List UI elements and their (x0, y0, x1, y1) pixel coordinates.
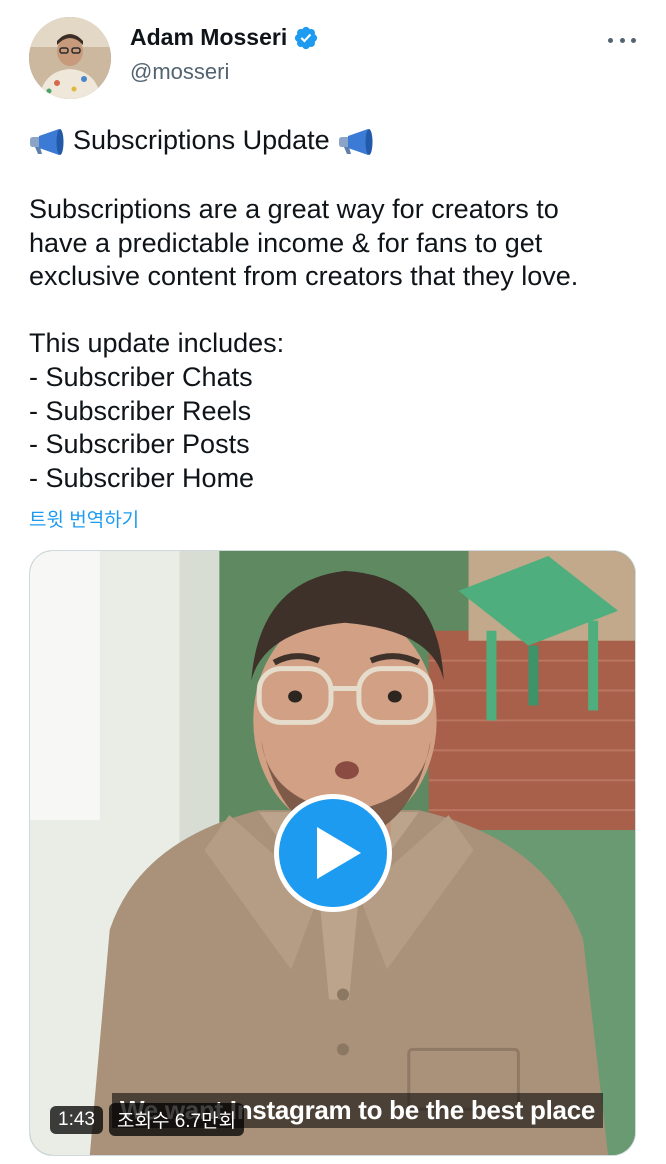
list-item: - Subscriber Posts (29, 429, 250, 460)
video-view-count: 조회수 6.7만회 (108, 1103, 245, 1136)
video-duration: 1:43 (50, 1105, 103, 1134)
author-display-name[interactable]: Adam Mosseri (130, 24, 287, 51)
translate-tweet-link[interactable]: 트윗 번역하기 (29, 505, 139, 532)
megaphone-icon (30, 128, 64, 155)
more-horizontal-icon-dot (619, 37, 625, 43)
list-item: - Subscriber Reels (29, 395, 252, 426)
more-options-button[interactable] (608, 30, 636, 50)
play-icon (317, 827, 361, 879)
headline-text: Subscriptions Update (73, 125, 330, 155)
avatar-image (29, 17, 111, 99)
paragraph-line: exclusive content from creators that the… (29, 261, 579, 292)
video-meta: 1:43 조회수 6.7만회 (50, 1103, 245, 1136)
author-avatar[interactable] (29, 17, 111, 99)
more-horizontal-icon (608, 37, 613, 43)
author-handle[interactable]: @mosseri (130, 59, 229, 85)
list-intro: This update includes: (29, 328, 285, 359)
more-horizontal-icon-dot (631, 37, 636, 43)
paragraph-line: Subscriptions are a great way for creato… (29, 194, 559, 224)
list-item: - Subscriber Chats (29, 361, 253, 392)
verified-badge-icon (295, 26, 318, 49)
tweet-headline: Subscriptions Update (29, 125, 374, 156)
author-name-row[interactable]: Adam Mosseri (130, 24, 319, 51)
play-button[interactable] (274, 794, 392, 912)
tweet-body: Subscriptions are a great way for creato… (29, 193, 649, 495)
paragraph-line: have a predictable income & for fans to … (29, 227, 543, 258)
megaphone-icon (338, 128, 373, 155)
video-player[interactable]: We want Instagram to be the best place 1… (29, 550, 636, 1156)
tweet: Adam Mosseri @mosseri Subscriptions Upda… (0, 0, 666, 1164)
list-item: - Subscriber Home (29, 462, 255, 493)
